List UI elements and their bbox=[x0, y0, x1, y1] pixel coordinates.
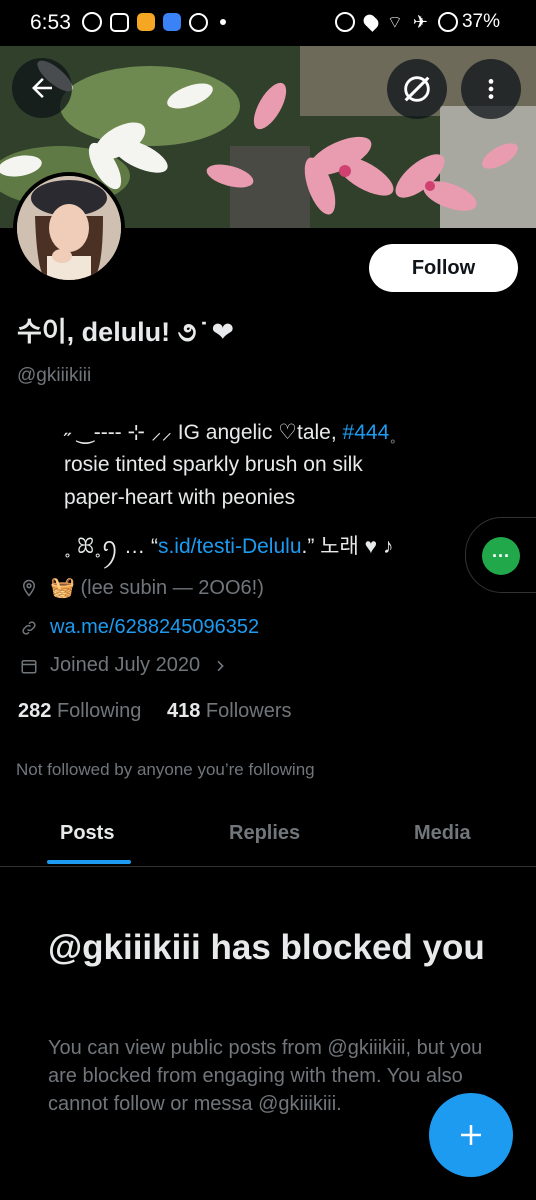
following-label: Following bbox=[56, 700, 142, 722]
calendar-icon bbox=[21, 659, 37, 673]
back-arrow-icon bbox=[32, 78, 52, 98]
chat-bubble-icon[interactable]: ··· bbox=[482, 537, 520, 575]
tab-posts[interactable]: Posts bbox=[60, 822, 114, 845]
back-button[interactable] bbox=[12, 58, 72, 118]
system-icons: ⌔ ✈ 37% bbox=[334, 11, 500, 33]
whatsapp-icon bbox=[82, 12, 102, 32]
compose-button[interactable] bbox=[429, 1093, 513, 1177]
bio-line-1-end: ˳ bbox=[389, 421, 397, 444]
follow-counts: 282 Following 418 Followers bbox=[18, 700, 292, 723]
airplane-icon: ✈ bbox=[412, 11, 428, 32]
dot-icon bbox=[220, 19, 226, 25]
profile-tabs: Posts Replies Media bbox=[0, 806, 536, 867]
tab-media[interactable]: Media bbox=[414, 822, 471, 845]
alarm-icon bbox=[334, 12, 355, 32]
notification-icons bbox=[82, 12, 226, 32]
website-row: wa.me/6288245096352 bbox=[20, 616, 259, 639]
follow-button[interactable]: Follow bbox=[369, 244, 518, 292]
wifi-icon: ⌔ bbox=[386, 12, 403, 32]
active-tab-indicator bbox=[47, 860, 131, 864]
not-followed-notice: Not followed by anyone you’re following bbox=[16, 760, 315, 779]
avatar-image bbox=[17, 176, 121, 280]
website-link[interactable]: wa.me/6288245096352 bbox=[50, 616, 259, 639]
link-icon bbox=[22, 620, 36, 635]
floating-chat-bubble[interactable]: ··· bbox=[465, 517, 536, 593]
location-icon bbox=[22, 579, 36, 597]
display-name: 수이, delulu! ૭ ̇ ❤ bbox=[17, 317, 235, 347]
battery-percent: 37% bbox=[461, 11, 500, 32]
followers-count: 418 bbox=[166, 700, 201, 722]
bio-line-4-text: ˳ ꕤ˳ꪆ … “ bbox=[64, 535, 158, 558]
chevron-right-icon bbox=[217, 660, 224, 671]
avatar[interactable] bbox=[13, 172, 125, 284]
bio-external-link[interactable]: s.id/testi-Delulu bbox=[158, 535, 302, 558]
followers-label: Followers bbox=[205, 700, 292, 722]
user-handle: @gkiiikiii bbox=[17, 365, 92, 386]
instagram-icon bbox=[110, 12, 129, 32]
more-icon bbox=[488, 79, 494, 99]
bio-line-3: paper-heart with peonies bbox=[64, 486, 296, 509]
location-status-icon bbox=[360, 12, 381, 32]
status-bar: 6:53 ⌔ ✈ 37% bbox=[0, 0, 536, 46]
more-button[interactable] bbox=[461, 59, 521, 119]
bio-line-1-text: ˶ ‿---- ⊹ ⸝⸝ IG angelic ♡tale, bbox=[64, 421, 343, 444]
compose-plus-icon bbox=[461, 1125, 481, 1145]
app-notification-icon bbox=[137, 13, 155, 31]
blocked-title: @gkiiikiii has blocked you bbox=[48, 928, 485, 967]
bio-line-2: rosie tinted sparkly brush on silk bbox=[64, 453, 363, 476]
grok-icon bbox=[404, 76, 430, 102]
chat-notification-icon bbox=[163, 13, 181, 31]
pinterest-icon bbox=[189, 12, 208, 32]
battery-icon bbox=[437, 12, 458, 32]
joined-row[interactable]: Joined July 2020 bbox=[20, 654, 228, 677]
bio-line-1: ˶ ‿---- ⊹ ⸝⸝ IG angelic ♡tale, #444˳ bbox=[64, 418, 474, 446]
avatar-portrait bbox=[17, 176, 121, 280]
bio-hashtag-link[interactable]: #444 bbox=[343, 421, 390, 444]
location-row: 🧺 (lee subin — 2OO6!) bbox=[20, 575, 264, 600]
joined-text: Joined July 2020 bbox=[50, 654, 201, 676]
following-link[interactable]: 282 Following bbox=[18, 700, 141, 722]
bio-line-4: ˳ ꕤ˳ꪆ … “s.id/testi-Delulu.” 노래 ♥ ♪ bbox=[64, 526, 474, 570]
blocked-description: You can view public posts from @gkiiikii… bbox=[48, 1037, 483, 1115]
tab-replies[interactable]: Replies bbox=[229, 822, 300, 845]
followers-link[interactable]: 418 Followers bbox=[167, 700, 292, 722]
following-count: 282 bbox=[18, 700, 52, 722]
grok-button[interactable] bbox=[387, 59, 447, 119]
location-text: 🧺 (lee subin — 2OO6!) bbox=[50, 577, 264, 599]
bio-line-4-end: .” 노래 ♥ ♪ bbox=[301, 535, 394, 558]
status-time: 6:53 bbox=[30, 11, 71, 34]
